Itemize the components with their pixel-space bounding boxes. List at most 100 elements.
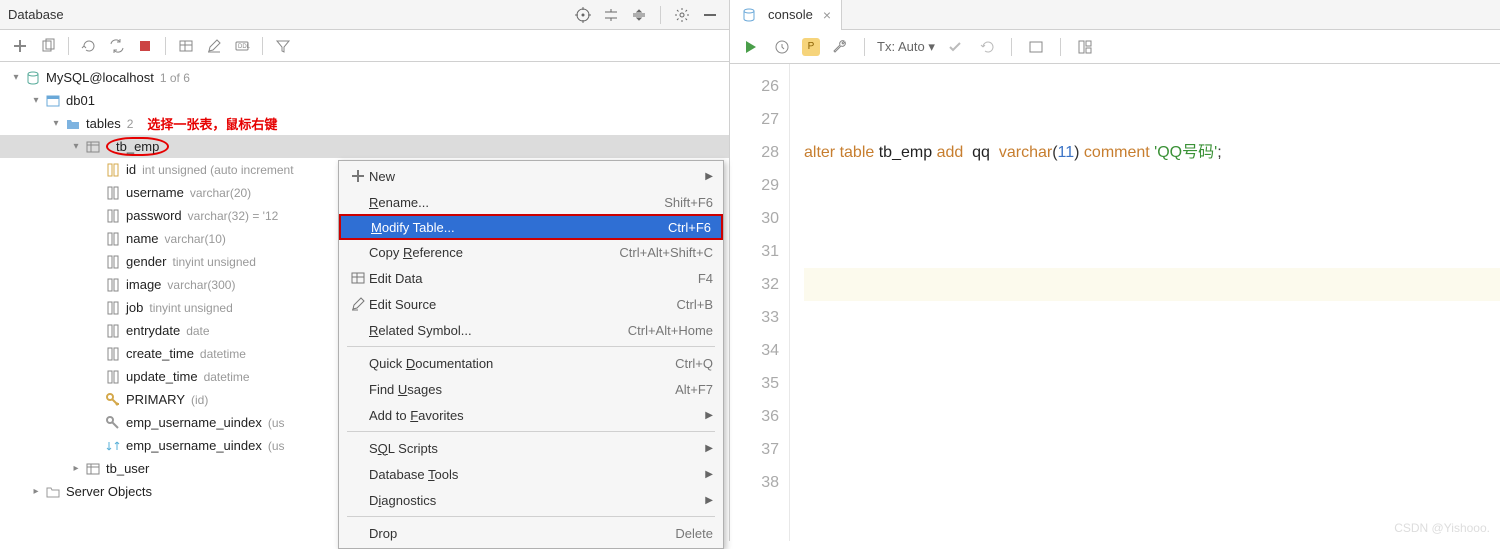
key-detail: (us [268, 416, 285, 430]
separator [1011, 38, 1012, 56]
menu-item-label: New [369, 169, 699, 184]
chevron-down-icon[interactable] [8, 72, 24, 83]
key-detail: (us [268, 439, 285, 453]
collapse-icon[interactable] [628, 4, 650, 26]
submenu-arrow-icon: ▶ [699, 443, 713, 454]
menu-item-label: Find Usages [369, 382, 675, 397]
chevron-down-icon[interactable] [68, 141, 84, 152]
menu-item[interactable]: Edit DataF4 [339, 265, 723, 291]
run-icon[interactable] [738, 35, 762, 59]
submenu-arrow-icon: ▶ [699, 469, 713, 480]
code-line[interactable] [804, 400, 1500, 433]
wrench-icon[interactable] [828, 35, 852, 59]
copy-icon[interactable] [36, 34, 60, 58]
folder-icon [64, 115, 82, 133]
chevron-down-icon[interactable] [48, 118, 64, 129]
menu-item-label: Edit Data [369, 271, 698, 286]
code-line[interactable] [804, 169, 1500, 202]
stop-icon[interactable] [133, 34, 157, 58]
code-line[interactable] [804, 235, 1500, 268]
column-icon [104, 345, 122, 363]
server-objects-label: Server Objects [66, 484, 152, 499]
menu-item[interactable]: Modify Table...Ctrl+F6 [339, 214, 723, 240]
datasource-node[interactable]: MySQL@localhost 1 of 6 [0, 66, 729, 89]
menu-item[interactable]: Edit SourceCtrl+B [339, 291, 723, 317]
line-number: 30 [730, 202, 779, 235]
rollback-icon[interactable] [975, 35, 999, 59]
menu-item-shortcut: Ctrl+B [677, 297, 713, 312]
schema-label: db01 [66, 93, 95, 108]
code-line[interactable] [804, 202, 1500, 235]
menu-item-label: Quick Documentation [369, 356, 675, 371]
menu-item[interactable]: Related Symbol...Ctrl+Alt+Home [339, 317, 723, 343]
menu-item[interactable]: Database Tools▶ [339, 461, 723, 487]
table-icon [84, 138, 102, 156]
close-icon[interactable]: × [823, 7, 831, 23]
column-detail: date [186, 324, 209, 338]
menu-item-shortcut: Ctrl+Alt+Shift+C [619, 245, 713, 260]
menu-item[interactable]: DropDelete [339, 520, 723, 546]
column-label: gender [126, 254, 166, 269]
separator [660, 6, 661, 24]
layout-icon[interactable] [1073, 35, 1097, 59]
tx-mode[interactable]: Tx: Auto ▾ [877, 39, 935, 55]
pause-icon[interactable]: P [802, 38, 820, 56]
menu-separator [347, 516, 715, 517]
filter-icon[interactable] [271, 34, 295, 58]
gutter: 26272829303132333435363738 [730, 64, 790, 541]
code-line[interactable] [804, 367, 1500, 400]
minimize-icon[interactable] [699, 4, 721, 26]
header-actions [572, 4, 721, 26]
line-number: 26 [730, 70, 779, 103]
menu-separator [347, 346, 715, 347]
schema-node[interactable]: db01 [0, 89, 729, 112]
settings-icon[interactable] [671, 4, 693, 26]
chevron-right-icon[interactable] [68, 463, 84, 474]
tab-console[interactable]: console × [730, 0, 842, 30]
history-icon[interactable] [770, 35, 794, 59]
submenu-arrow-icon: ▶ [699, 495, 713, 506]
add-icon[interactable] [8, 34, 32, 58]
code-line[interactable] [804, 70, 1500, 103]
chevron-right-icon[interactable] [28, 486, 44, 497]
ddl-icon[interactable]: DDL [230, 34, 254, 58]
editor-body[interactable]: 26272829303132333435363738 alter table t… [730, 64, 1500, 541]
code-line[interactable] [804, 466, 1500, 499]
column-label: username [126, 185, 184, 200]
menu-item[interactable]: SQL Scripts▶ [339, 435, 723, 461]
expand-icon[interactable] [600, 4, 622, 26]
table-icon[interactable] [174, 34, 198, 58]
code-line[interactable] [804, 433, 1500, 466]
commit-icon[interactable] [943, 35, 967, 59]
sync-icon[interactable] [105, 34, 129, 58]
line-number: 38 [730, 466, 779, 499]
tables-folder-node[interactable]: tables 2 选择一张表，鼠标右键 [0, 112, 729, 135]
code-line[interactable] [804, 334, 1500, 367]
editor-panel: console × P Tx: Auto ▾ 26272829303132333… [730, 0, 1500, 541]
target-icon[interactable] [572, 4, 594, 26]
separator [262, 37, 263, 55]
menu-item-label: Database Tools [369, 467, 699, 482]
refresh-icon[interactable] [77, 34, 101, 58]
panel-header: Database [0, 0, 729, 30]
menu-item[interactable]: Diagnostics▶ [339, 487, 723, 513]
chevron-down-icon[interactable] [28, 95, 44, 106]
menu-item[interactable]: Copy ReferenceCtrl+Alt+Shift+C [339, 239, 723, 265]
menu-item[interactable]: New▶ [339, 163, 723, 189]
code-line[interactable]: alter table tb_emp add qq varchar(11) co… [804, 136, 1500, 169]
context-menu[interactable]: New▶Rename...Shift+F6Modify Table...Ctrl… [338, 160, 724, 549]
edit-icon[interactable] [202, 34, 226, 58]
code-line[interactable] [804, 268, 1500, 301]
menu-item[interactable]: Add to Favorites▶ [339, 402, 723, 428]
code-area[interactable]: alter table tb_emp add qq varchar(11) co… [790, 64, 1500, 541]
menu-item[interactable]: Find UsagesAlt+F7 [339, 376, 723, 402]
code-line[interactable] [804, 103, 1500, 136]
column-label: id [126, 162, 136, 177]
code-line[interactable] [804, 301, 1500, 334]
table-node-tb-emp[interactable]: tb_emp [0, 135, 729, 158]
key-label: PRIMARY [126, 392, 185, 407]
menu-item[interactable]: Rename...Shift+F6 [339, 189, 723, 215]
output-icon[interactable] [1024, 35, 1048, 59]
menu-item[interactable]: Quick DocumentationCtrl+Q [339, 350, 723, 376]
menu-item-label: Related Symbol... [369, 323, 628, 338]
